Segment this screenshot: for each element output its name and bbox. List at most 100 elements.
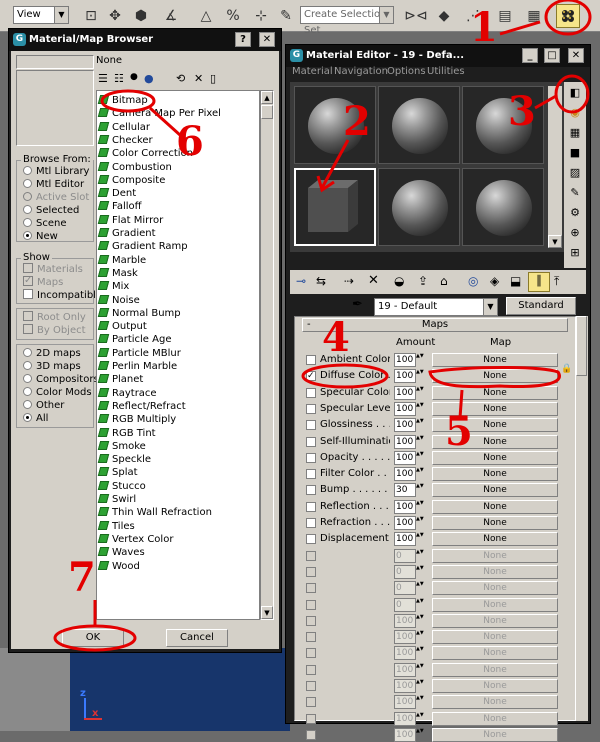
view-large-icons-icon[interactable]: ●: [144, 72, 154, 85]
map-slot-button[interactable]: None: [432, 613, 558, 628]
name-field[interactable]: None: [96, 55, 122, 66]
map-slot-button[interactable]: None: [432, 564, 558, 579]
update-scene-icon[interactable]: ⟲: [176, 72, 185, 85]
amount-spinner-icon[interactable]: ▲▼: [416, 549, 424, 563]
amount-spinner-icon[interactable]: ▲▼: [416, 565, 424, 579]
map-enable-checkbox[interactable]: [306, 403, 316, 414]
menu-utilities[interactable]: Utilities: [427, 66, 465, 77]
view-list-icon[interactable]: ☰: [98, 72, 108, 85]
map-amount-input[interactable]: 100: [394, 695, 416, 710]
map-item[interactable]: Output: [97, 320, 147, 333]
amount-spinner-icon[interactable]: ▲▼: [416, 418, 424, 432]
material-name-select[interactable]: 19 - Default ▼: [374, 298, 498, 316]
map-item[interactable]: Waves: [97, 546, 145, 559]
map-slot-button[interactable]: None: [432, 581, 558, 596]
material-navigator-icon[interactable]: ⊞: [566, 244, 584, 262]
amount-spinner-icon[interactable]: ▲▼: [416, 451, 424, 465]
show-incompatible[interactable]: Incompatible: [23, 289, 102, 303]
scroll-up-icon[interactable]: ▲: [261, 91, 273, 104]
map-list[interactable]: Bitmap Camera Map Per Pixel Cellular Checke…: [96, 90, 260, 620]
map-amount-input[interactable]: 100: [394, 630, 416, 645]
map-amount-input[interactable]: 100: [394, 418, 416, 433]
category-all[interactable]: All: [23, 412, 48, 426]
amount-spinner-icon[interactable]: ▲▼: [416, 646, 424, 660]
close-button[interactable]: ✕: [259, 32, 275, 47]
align-icon[interactable]: ◆: [433, 5, 455, 27]
map-slot-button[interactable]: None: [432, 727, 558, 742]
ok-button[interactable]: OK: [62, 629, 124, 647]
browse-scene[interactable]: Scene: [23, 217, 67, 231]
scroll-thumb[interactable]: [261, 105, 273, 119]
map-item[interactable]: Gradient: [97, 227, 156, 240]
map-amount-input[interactable]: 30: [394, 483, 416, 498]
map-enable-checkbox[interactable]: [306, 664, 316, 675]
amount-spinner-icon[interactable]: ▲▼: [416, 532, 424, 546]
copy-material-icon[interactable]: ◒: [394, 274, 404, 288]
amount-spinner-icon[interactable]: ▲▼: [416, 402, 424, 416]
map-item[interactable]: Mask: [97, 267, 138, 280]
layer-manager-icon[interactable]: ▦: [523, 5, 545, 27]
sample-slot-2[interactable]: [378, 86, 460, 164]
map-enable-checkbox[interactable]: [306, 452, 316, 463]
amount-spinner-icon[interactable]: ▲▼: [416, 712, 424, 726]
slots-scrollbar[interactable]: ▼: [548, 86, 562, 248]
map-item[interactable]: Combustion: [97, 161, 172, 174]
view-select[interactable]: View ▼: [13, 6, 69, 24]
map-amount-input[interactable]: 100: [394, 516, 416, 530]
put-to-library-icon[interactable]: ⌂: [440, 274, 448, 288]
map-slot-button[interactable]: None: [432, 467, 558, 482]
map-item[interactable]: Swirl: [97, 493, 136, 506]
map-item[interactable]: Particle MBlur: [97, 347, 181, 360]
map-enable-checkbox[interactable]: [306, 387, 316, 398]
map-item[interactable]: Composite: [97, 174, 165, 187]
map-slot-button[interactable]: None: [432, 646, 558, 661]
map-slot-button[interactable]: None: [432, 516, 558, 530]
map-amount-input[interactable]: 100: [394, 727, 416, 742]
by-object-check[interactable]: By Object: [23, 324, 86, 338]
map-amount-input[interactable]: 0: [394, 564, 416, 579]
category-compositors[interactable]: Compositors: [23, 373, 99, 387]
map-slot-button[interactable]: None: [432, 532, 558, 547]
map-item[interactable]: Gradient Ramp: [97, 240, 188, 253]
map-item[interactable]: Marble: [97, 254, 146, 267]
map-amount-input[interactable]: 100: [394, 467, 416, 482]
view-list-icons-icon[interactable]: ☷: [114, 72, 124, 85]
map-slot-button[interactable]: None: [432, 630, 558, 645]
map-item[interactable]: Speckle: [97, 453, 151, 466]
sample-slot-4-active[interactable]: [294, 168, 376, 246]
angle-snap-icon[interactable]: ∡: [160, 5, 182, 27]
map-enable-checkbox[interactable]: [306, 681, 316, 691]
map-item[interactable]: Dent: [97, 187, 136, 200]
video-color-check-icon[interactable]: ▨: [566, 164, 584, 182]
percent-snap-icon[interactable]: %: [222, 5, 244, 27]
map-slot-button[interactable]: None: [432, 695, 558, 710]
map-amount-input[interactable]: 100: [394, 385, 416, 400]
map-amount-input[interactable]: 100: [394, 532, 416, 547]
sample-slot-6[interactable]: [462, 168, 544, 246]
selection-set-input[interactable]: Create Selection Set ▼: [300, 6, 394, 36]
map-item[interactable]: Raytrace: [97, 387, 157, 400]
amount-spinner-icon[interactable]: ▲▼: [416, 728, 424, 742]
map-amount-input[interactable]: 100: [394, 646, 416, 661]
map-amount-input[interactable]: 100: [394, 434, 416, 449]
map-enable-checkbox[interactable]: [306, 534, 316, 545]
view-small-icons-icon[interactable]: ●: [130, 72, 138, 82]
map-amount-input[interactable]: 100: [394, 499, 416, 514]
map-slot-button[interactable]: None: [432, 353, 558, 367]
amount-spinner-icon[interactable]: ▲▼: [416, 695, 424, 709]
map-item[interactable]: Normal Bump: [97, 307, 181, 320]
browse-new[interactable]: New: [23, 230, 58, 244]
map-enable-checkbox[interactable]: [306, 729, 316, 740]
map-item[interactable]: Wood: [97, 560, 140, 573]
show-end-result-toggle-icon[interactable]: ∥: [528, 272, 550, 292]
map-amount-input[interactable]: 100: [394, 353, 416, 367]
category-2d-maps[interactable]: 2D maps: [23, 347, 81, 361]
amount-spinner-icon[interactable]: ▲▼: [416, 386, 424, 400]
help-button[interactable]: ?: [235, 32, 251, 47]
map-slot-button[interactable]: None: [432, 679, 558, 693]
map-item[interactable]: Checker: [97, 134, 153, 147]
scroll-down-icon[interactable]: ▼: [261, 606, 273, 619]
minimize-button[interactable]: _: [522, 48, 538, 63]
map-item[interactable]: Splat: [97, 466, 138, 479]
edit-named-selection-icon[interactable]: ✎: [275, 5, 297, 27]
